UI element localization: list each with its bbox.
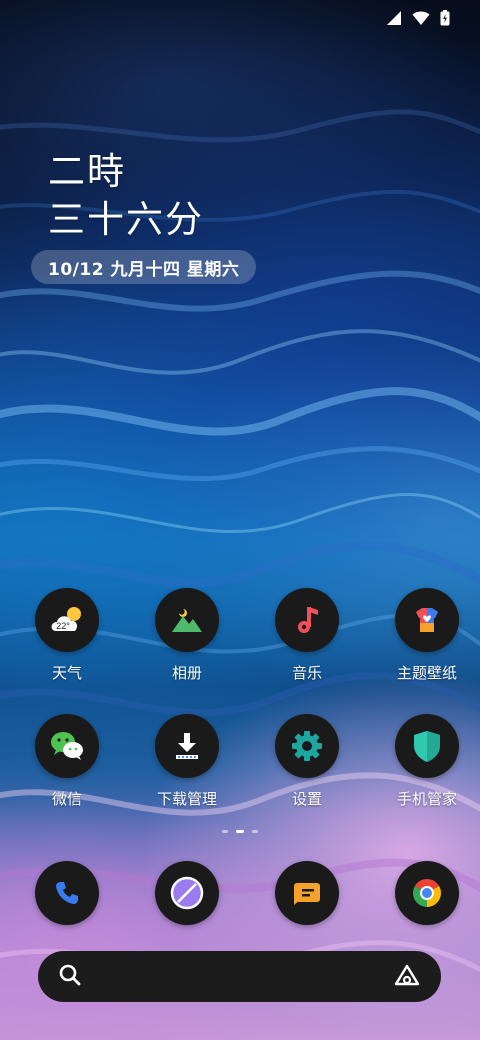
dock-browser[interactable]: [134, 861, 240, 927]
download-icon: [155, 714, 219, 778]
weather-icon: 22°: [35, 588, 99, 652]
app-downloads[interactable]: 下载管理: [134, 714, 240, 840]
clock-hour: 二時: [48, 150, 126, 193]
signal-icon: [386, 10, 402, 30]
app-music[interactable]: 音乐: [254, 588, 360, 714]
app-label: 主题壁纸: [396, 664, 457, 682]
dock-messages[interactable]: [254, 861, 360, 927]
app-phone-manager[interactable]: 手机管家: [374, 714, 480, 840]
music-icon: [275, 588, 339, 652]
app-label: 音乐: [291, 664, 322, 682]
app-label: 微信: [51, 790, 82, 808]
app-label: 天气: [51, 664, 82, 682]
themes-icon: [395, 588, 459, 652]
messages-icon: [275, 861, 339, 925]
app-label: 设置: [291, 790, 322, 808]
search-bar[interactable]: [38, 951, 441, 1002]
shield-icon: [395, 714, 459, 778]
wifi-icon: [412, 10, 430, 30]
clock-minute: 三十六分: [48, 198, 204, 241]
clock-widget[interactable]: 二時 三十六分: [48, 148, 204, 244]
app-wechat[interactable]: 微信: [14, 714, 120, 840]
weather-temp: 22°: [56, 621, 70, 631]
page-dot: [222, 830, 228, 833]
app-row: 微信 下载管理 设置 手机管家: [0, 714, 480, 840]
battery-charging-icon: [440, 10, 450, 30]
app-settings[interactable]: 设置: [254, 714, 360, 840]
status-bar: [386, 10, 450, 30]
chrome-icon: [395, 861, 459, 925]
search-icon[interactable]: [58, 963, 82, 991]
wechat-icon: [35, 714, 99, 778]
settings-gear-icon: [275, 714, 339, 778]
dock-phone[interactable]: [14, 861, 120, 927]
gallery-icon: [155, 588, 219, 652]
page-indicator: [0, 830, 480, 833]
page-dot-active: [236, 830, 244, 833]
phone-icon: [35, 861, 99, 925]
app-row: 22° 天气 相册 音乐 主题壁纸: [0, 588, 480, 714]
app-grid: 22° 天气 相册 音乐 主题壁纸 微信 下载管理 设置 手机管家: [0, 588, 480, 840]
app-weather[interactable]: 22° 天气: [14, 588, 120, 714]
app-label: 手机管家: [396, 790, 457, 808]
browser-icon: [155, 861, 219, 925]
date-text: 10/12 九月十四 星期六: [48, 259, 240, 280]
app-themes[interactable]: 主题壁纸: [374, 588, 480, 714]
page-dot: [252, 830, 258, 833]
app-label: 下载管理: [156, 790, 217, 808]
assistant-icon[interactable]: [393, 963, 421, 991]
dock: [0, 861, 480, 927]
date-pill[interactable]: 10/12 九月十四 星期六: [31, 250, 257, 284]
app-label: 相册: [171, 664, 202, 682]
app-gallery[interactable]: 相册: [134, 588, 240, 714]
dock-chrome[interactable]: [374, 861, 480, 927]
